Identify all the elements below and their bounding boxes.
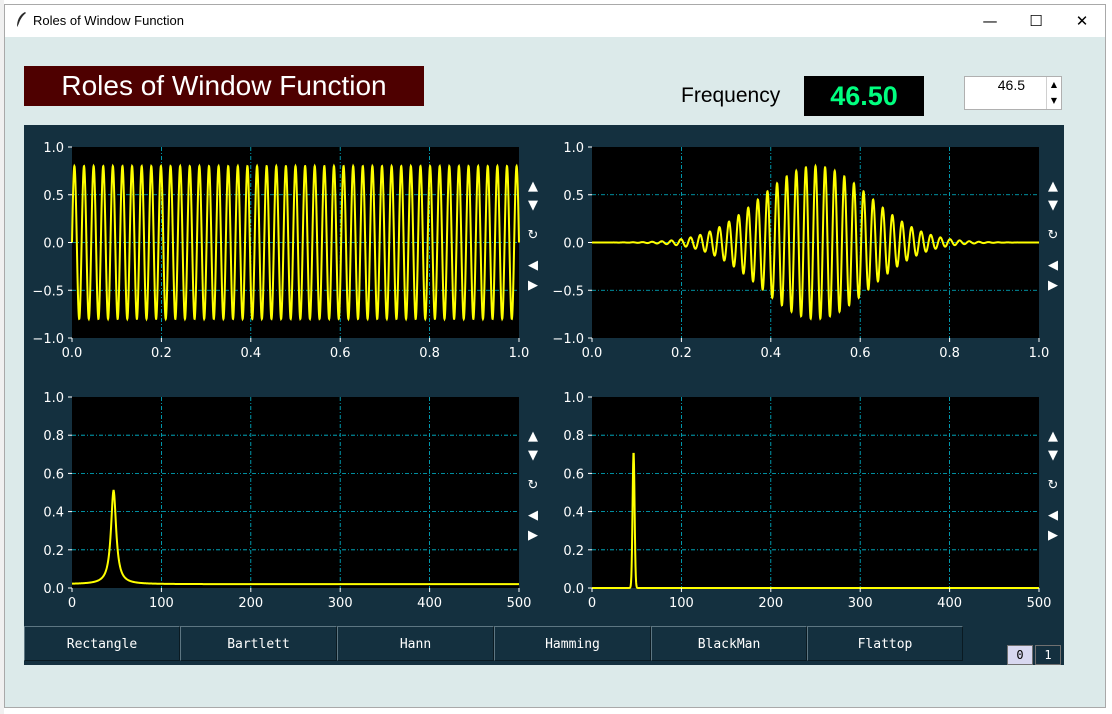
frequency-spinbox[interactable]: 46.5 ▲ ▼ [964, 76, 1062, 110]
x-tick-label: 300 [328, 596, 353, 611]
x-tick-label: 0.6 [330, 346, 351, 361]
pan-left-icon[interactable]: ◀ [528, 258, 538, 273]
zoom-up-icon[interactable]: ▲ [1048, 179, 1058, 194]
y-tick-label: 1.0 [563, 391, 584, 406]
bartlett-button[interactable]: Bartlett [180, 626, 337, 661]
x-tick-label: 500 [1027, 596, 1052, 611]
y-tick-label: −0.5 [552, 284, 584, 299]
pan-left-icon[interactable]: ◀ [1048, 508, 1058, 523]
minimize-button[interactable]: — [967, 5, 1013, 37]
x-tick-label: 200 [238, 596, 263, 611]
x-tick-label: 200 [758, 596, 783, 611]
plots-canvas: 0.0 0.2 0.4 0.6 0.8 1.0 1.0 0.5 0.0 −0.5 −1.0 ▲ ▼ ↻ ◀ ▶… [32, 141, 1059, 611]
reset-icon[interactable]: ↻ [1048, 478, 1059, 493]
title-bar: Roles of Window Function — ☐ ✕ [5, 5, 1105, 37]
x-tick-label: 0.2 [671, 346, 692, 361]
frequency-display: 46.50 [804, 76, 924, 116]
page-title: Roles of Window Function [24, 66, 424, 106]
y-tick-label: 0.6 [563, 467, 584, 482]
y-tick-label: 1.0 [43, 141, 64, 156]
flattop-button[interactable]: Flattop [807, 626, 963, 661]
pan-left-icon[interactable]: ◀ [1048, 258, 1058, 273]
feather-icon [16, 12, 26, 29]
pan-right-icon[interactable]: ▶ [1048, 528, 1058, 543]
pan-right-icon[interactable]: ▶ [1048, 278, 1058, 293]
reset-icon[interactable]: ↻ [528, 228, 539, 243]
y-tick-label: 0.5 [43, 189, 64, 204]
pan-left-icon[interactable]: ◀ [528, 508, 538, 523]
zoom-down-icon[interactable]: ▼ [528, 198, 538, 213]
pan-right-icon[interactable]: ▶ [528, 278, 538, 293]
y-tick-label: −1.0 [552, 332, 584, 347]
x-tick-label: 0.6 [850, 346, 871, 361]
x-tick-label: 0.8 [419, 346, 440, 361]
reset-icon[interactable]: ↻ [1048, 228, 1059, 243]
y-tick-label: 0.0 [43, 582, 64, 597]
plot-panel: 0.0 0.2 0.4 0.6 0.8 1.0 1.0 0.5 0.0 −0.5 −1.0 ▲ ▼ ↻ ◀ ▶… [24, 125, 1064, 665]
zoom-up-icon[interactable]: ▲ [528, 179, 538, 194]
x-tick-label: 400 [937, 596, 962, 611]
x-tick-label: 300 [848, 596, 873, 611]
x-tick-label: 500 [507, 596, 532, 611]
rectangle-button[interactable]: Rectangle [24, 626, 180, 661]
window-title: Roles of Window Function [33, 13, 185, 28]
y-tick-label: 0.5 [563, 189, 584, 204]
spin-up-icon[interactable]: ▲ [1046, 77, 1061, 93]
x-tick-label: 100 [149, 596, 174, 611]
x-tick-label: 0.4 [760, 346, 781, 361]
y-tick-label: 0.8 [563, 429, 584, 444]
spin-down-icon[interactable]: ▼ [1046, 93, 1061, 109]
maximize-button[interactable]: ☐ [1013, 5, 1059, 37]
y-tick-label: 0.8 [43, 429, 64, 444]
y-tick-label: −1.0 [32, 332, 64, 347]
x-tick-label: 1.0 [509, 346, 530, 361]
x-tick-label: 0 [588, 596, 596, 611]
y-tick-label: 0.0 [43, 237, 64, 252]
x-tick-label: 0 [68, 596, 76, 611]
zoom-up-icon[interactable]: ▲ [1048, 429, 1058, 444]
plot-area-2 [72, 397, 519, 588]
y-tick-label: 1.0 [43, 391, 64, 406]
x-tick-label: 0.2 [151, 346, 172, 361]
y-tick-label: 0.4 [43, 506, 64, 521]
y-tick-label: 1.0 [563, 141, 584, 156]
zoom-down-icon[interactable]: ▼ [528, 448, 538, 463]
pan-right-icon[interactable]: ▶ [528, 528, 538, 543]
blackman-button[interactable]: BlackMan [651, 626, 807, 661]
y-tick-label: 0.2 [563, 544, 584, 559]
x-tick-label: 0.4 [240, 346, 261, 361]
x-tick-label: 400 [417, 596, 442, 611]
zoom-down-icon[interactable]: ▼ [1048, 448, 1058, 463]
x-tick-label: 1.0 [1029, 346, 1050, 361]
frequency-spinbox-value[interactable]: 46.5 [998, 77, 1025, 93]
x-tick-label: 0.0 [582, 346, 603, 361]
reset-icon[interactable]: ↻ [528, 478, 539, 493]
zoom-down-icon[interactable]: ▼ [1048, 198, 1058, 213]
y-tick-label: 0.0 [563, 237, 584, 252]
hamming-button[interactable]: Hamming [494, 626, 651, 661]
x-tick-label: 0.0 [62, 346, 83, 361]
app-window: Roles of Window Function — ☐ ✕ Roles of … [4, 4, 1106, 708]
frequency-label: Frequency [681, 84, 781, 107]
y-tick-label: 0.6 [43, 467, 64, 482]
x-tick-label: 0.8 [939, 346, 960, 361]
y-tick-label: 0.2 [43, 544, 64, 559]
close-button[interactable]: ✕ [1059, 5, 1105, 37]
y-tick-label: −0.5 [32, 284, 64, 299]
page-button-0[interactable]: 0 [1007, 645, 1033, 665]
zoom-up-icon[interactable]: ▲ [528, 429, 538, 444]
x-tick-label: 100 [669, 596, 694, 611]
y-tick-label: 0.0 [563, 582, 584, 597]
y-tick-label: 0.4 [563, 506, 584, 521]
hann-button[interactable]: Hann [337, 626, 494, 661]
plot-area-3 [592, 397, 1039, 588]
page-button-1[interactable]: 1 [1035, 645, 1061, 665]
